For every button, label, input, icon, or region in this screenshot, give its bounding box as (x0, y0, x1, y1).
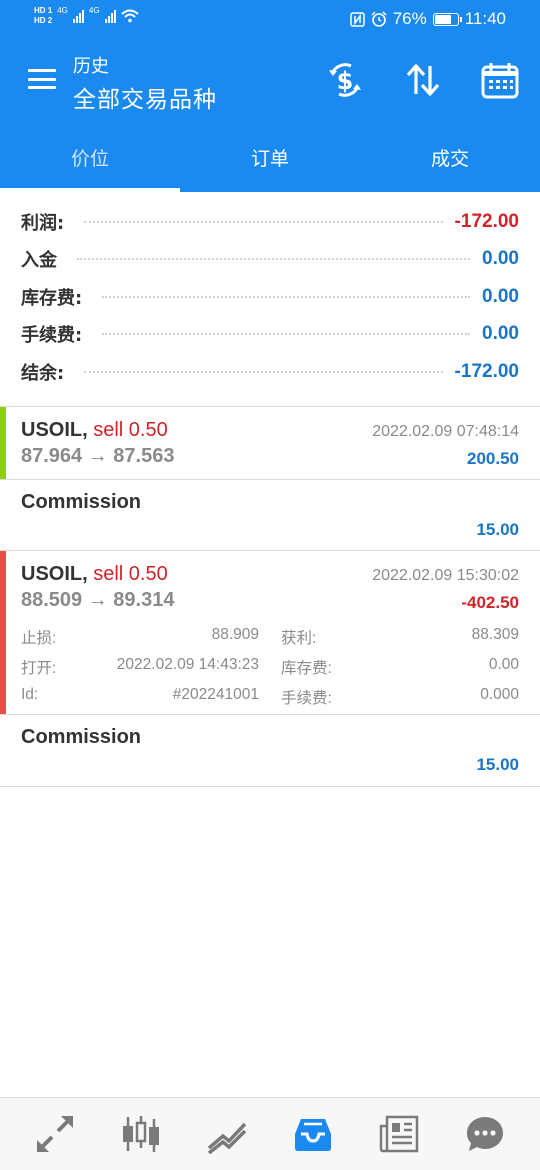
dotted-leader (77, 258, 471, 261)
trade-arrows-icon[interactable] (35, 1114, 75, 1154)
summary-label: 入金 (21, 250, 57, 272)
summary-row-commission: 手续费: 0.00 (0, 316, 540, 354)
deal-symbol-name: USOIL, (21, 419, 88, 441)
svg-text:$: $ (337, 67, 354, 95)
dotted-leader (102, 333, 471, 336)
nfc-icon (349, 11, 365, 27)
summary-row-deposit: 入金 0.00 (0, 241, 540, 279)
deal-profit: -402.50 (461, 593, 519, 612)
dotted-leader (84, 370, 443, 373)
deal-accent-bar (0, 407, 6, 479)
network-type-1: 4G (57, 6, 68, 15)
menu-icon[interactable] (28, 69, 56, 89)
bottom-navigation (0, 1097, 540, 1170)
chat-icon[interactable] (465, 1114, 505, 1154)
signal-icon (72, 9, 84, 23)
news-icon[interactable] (379, 1114, 419, 1154)
currency-exchange-icon[interactable]: $ (325, 60, 365, 100)
deal-symbol-name: USOIL, (21, 563, 88, 585)
network-type-2: 4G (88, 6, 100, 15)
swap-label: 库存费: (281, 660, 332, 677)
deal-prices: 88.509 → 89.314 (21, 589, 175, 611)
deal-item-expanded[interactable]: USOIL, sell 0.50 2022.02.09 15:30:02 88.… (0, 551, 540, 714)
sim2-label: HD 2 (34, 16, 53, 25)
deal-time: 2022.02.09 15:30:02 (372, 567, 519, 584)
calendar-icon[interactable] (480, 60, 520, 100)
summary-value: 0.00 (482, 248, 519, 270)
deal-accent-bar (0, 551, 6, 714)
dotted-leader (84, 220, 443, 223)
summary-value: 0.00 (482, 285, 519, 307)
summary-label: 手续费: (21, 325, 83, 347)
tab-positions[interactable]: 价位 (0, 122, 180, 192)
take-profit-label: 获利: (281, 630, 317, 647)
commission-item[interactable]: Commission 15.00 (0, 480, 540, 550)
deal-symbol: USOIL, sell 0.50 (21, 563, 168, 586)
status-bar: HD 1 HD 2 4G 4G 76% 11:40 (0, 0, 540, 38)
open-time-value: 2022.02.09 14:43:23 (116, 656, 259, 673)
tab-deals[interactable]: 成交 (360, 122, 540, 192)
deal-id-label: Id: (21, 686, 39, 703)
fee-value: 0.000 (480, 686, 519, 703)
alarm-icon (371, 11, 387, 27)
commission-label: Commission (21, 726, 142, 748)
deal-detail-row: Id: #202241001 手续费: 0.000 (21, 686, 519, 708)
battery-icon (432, 12, 462, 26)
summary-label: 利润: (21, 212, 65, 234)
open-time-label: 打开: (21, 660, 57, 677)
commission-label: Commission (21, 491, 142, 513)
dotted-leader (102, 295, 471, 298)
deal-detail-row: 止损: 88.909 获利: 88.309 (21, 626, 519, 648)
signal-icon-2 (104, 9, 116, 23)
symbol-filter-title[interactable]: 全部交易品种 (73, 80, 217, 114)
summary-value: -172.00 (454, 210, 519, 232)
deal-prices: 87.964 → 87.563 (21, 445, 175, 467)
deal-symbol: USOIL, sell 0.50 (21, 419, 168, 442)
swap-value: 0.00 (488, 656, 519, 673)
tab-orders[interactable]: 订单 (180, 122, 360, 192)
stop-loss-value: 88.909 (211, 626, 259, 643)
wifi-icon (120, 9, 139, 23)
fee-label: 手续费: (281, 690, 332, 707)
deal-item[interactable]: USOIL, sell 0.50 2022.02.09 07:48:14 87.… (0, 407, 540, 479)
app-bar: 历史 全部交易品种 $ (0, 38, 540, 122)
summary-row-swap: 库存费: 0.00 (0, 278, 540, 316)
summary-row-balance: 结余: -172.00 (0, 353, 540, 391)
commission-item[interactable]: Commission 15.00 (0, 715, 540, 786)
commission-value: 15.00 (476, 755, 519, 774)
page-subtitle: 历史 (73, 56, 109, 77)
history-summary: 利润: -172.00 入金 0.00 库存费: 0.00 手续费: 0.00 … (0, 203, 540, 391)
divider (0, 786, 540, 787)
summary-row-profit: 利润: -172.00 (0, 203, 540, 241)
sim1-label: HD 1 (34, 6, 53, 15)
tab-bar: 价位 订单 成交 (0, 122, 540, 192)
chart-line-icon[interactable] (207, 1114, 247, 1154)
commission-value: 15.00 (476, 520, 519, 539)
battery-percent: 76% (392, 9, 427, 28)
sort-icon[interactable] (403, 60, 443, 100)
deal-id-value: #202241001 (172, 686, 259, 703)
deal-profit: 200.50 (467, 449, 519, 468)
deal-time: 2022.02.09 07:48:14 (372, 423, 519, 440)
summary-label: 库存费: (21, 287, 83, 309)
summary-value: 0.00 (482, 323, 519, 345)
deal-side: sell 0.50 (93, 419, 168, 441)
sim-indicator: HD 1 HD 2 (34, 6, 52, 26)
summary-label: 结余: (21, 362, 65, 384)
stop-loss-label: 止损: (21, 630, 57, 647)
clock: 11:40 (464, 9, 506, 28)
summary-value: -172.00 (454, 360, 519, 382)
battery-level (434, 14, 451, 24)
deal-side: sell 0.50 (93, 563, 168, 585)
history-inbox-icon[interactable] (293, 1114, 333, 1154)
signal-group: HD 1 HD 2 4G 4G (34, 6, 139, 26)
status-right: 76% 11:40 (349, 9, 506, 29)
deal-detail-row: 打开: 2022.02.09 14:43:23 库存费: 0.00 (21, 656, 519, 678)
candlestick-icon[interactable] (121, 1114, 161, 1154)
take-profit-value: 88.309 (471, 626, 519, 643)
